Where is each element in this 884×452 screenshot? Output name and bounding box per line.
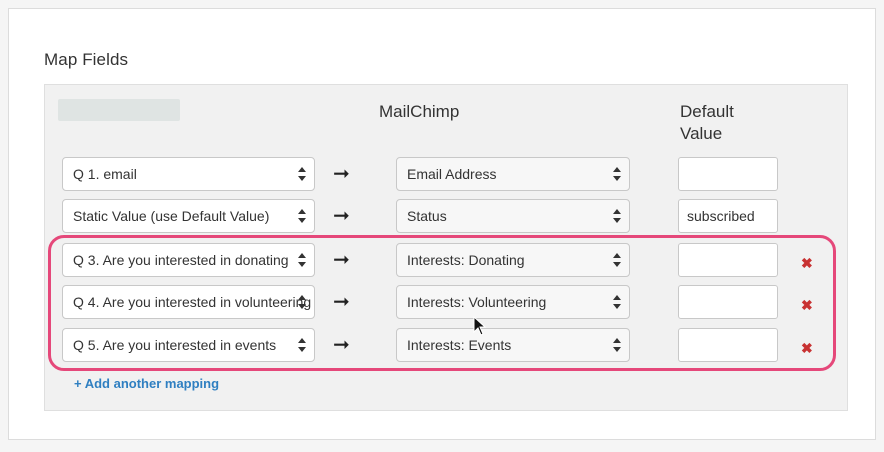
mailchimp-field-value: Email Address bbox=[407, 166, 497, 182]
select-caret-icon bbox=[613, 209, 621, 223]
source-field-select[interactable]: Static Value (use Default Value) bbox=[62, 199, 315, 233]
mailchimp-field-value: Status bbox=[407, 208, 447, 224]
default-value-column-header: Default Value bbox=[680, 102, 734, 143]
mailchimp-field-select[interactable]: Email Address bbox=[396, 157, 630, 191]
add-mapping-link[interactable]: + Add another mapping bbox=[74, 376, 219, 391]
mouse-cursor-icon bbox=[473, 316, 487, 336]
select-caret-icon bbox=[298, 209, 306, 223]
mapping-arrow-icon: ➞ bbox=[333, 205, 350, 227]
default-value-input[interactable]: subscribed bbox=[678, 199, 778, 233]
section-title: Map Fields bbox=[44, 50, 129, 69]
mapping-arrow-icon: ➞ bbox=[333, 163, 350, 185]
source-field-select[interactable]: Q 1. email bbox=[62, 157, 315, 191]
default-value-input[interactable] bbox=[678, 157, 778, 191]
source-field-value: Static Value (use Default Value) bbox=[73, 208, 270, 224]
mailchimp-column-header: MailChimp bbox=[379, 102, 460, 121]
select-caret-icon bbox=[298, 167, 306, 181]
highlight-annotation bbox=[48, 235, 836, 371]
mailchimp-field-select[interactable]: Status bbox=[396, 199, 630, 233]
source-field-value: Q 1. email bbox=[73, 166, 137, 182]
source-column-header bbox=[58, 99, 180, 121]
select-caret-icon bbox=[613, 167, 621, 181]
